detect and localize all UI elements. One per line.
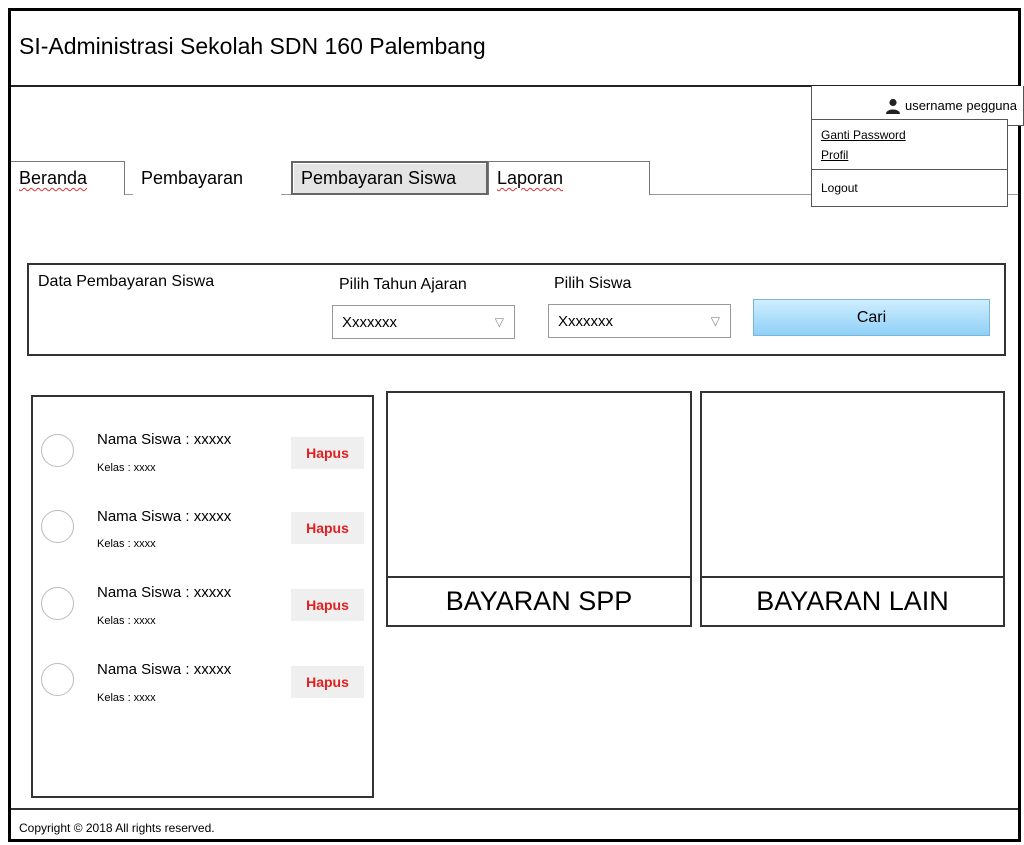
user-dropdown-menu: Ganti Password Profil Logout: [811, 119, 1008, 207]
student-class: Kelas : xxxx: [97, 692, 156, 704]
tab-laporan-label: Laporan: [497, 168, 564, 188]
section-label: Data Pembayaran Siswa: [38, 273, 215, 290]
student-class: Kelas : xxxx: [97, 615, 156, 627]
year-label: Pilih Tahun Ajaran: [339, 276, 467, 293]
delete-button[interactable]: Hapus: [291, 512, 364, 544]
delete-button[interactable]: Hapus: [291, 437, 364, 469]
profile-link[interactable]: Profil: [821, 148, 848, 162]
user-icon: [885, 98, 900, 114]
chevron-down-icon: ▽: [494, 315, 504, 329]
student-label: Pilih Siswa: [554, 275, 632, 292]
spp-card-label: BAYARAN SPP: [445, 586, 633, 616]
change-password-link[interactable]: Ganti Password: [821, 128, 906, 142]
student-name: Nama Siswa : xxxxx: [97, 508, 232, 525]
avatar: [41, 434, 74, 467]
tab-pembayaran-label: Pembayaran: [141, 167, 244, 188]
avatar: [41, 587, 74, 620]
username-label: username pegguna: [904, 98, 1017, 113]
student-class: Kelas : xxxx: [97, 538, 156, 550]
app-title-text: SI-Administrasi Sekolah SDN 160 Palemban…: [19, 33, 486, 59]
tab-pembayaran-siswa-label: Pembayaran Siswa: [301, 167, 457, 188]
tab-beranda-label: Beranda: [19, 168, 88, 188]
app-window: SI-Administrasi Sekolah SDN 160 Palemban…: [8, 8, 1024, 842]
student-select-value: Xxxxxxx: [558, 312, 614, 330]
year-select-value: Xxxxxxx: [342, 313, 398, 331]
footer-divider: [11, 808, 1018, 810]
logout-item[interactable]: Logout: [821, 181, 858, 195]
other-card-label: BAYARAN LAIN: [756, 586, 949, 616]
tab-pembayaran-siswa[interactable]: Pembayaran Siswa: [291, 161, 488, 195]
delete-button[interactable]: Hapus: [291, 589, 364, 621]
tab-laporan[interactable]: Laporan: [488, 161, 650, 195]
spp-card-image: [388, 393, 690, 578]
spp-payment-card[interactable]: BAYARAN SPP: [386, 391, 692, 627]
student-name: Nama Siswa : xxxxx: [97, 431, 232, 448]
tab-beranda[interactable]: Beranda: [11, 161, 125, 195]
delete-button[interactable]: Hapus: [291, 666, 364, 698]
avatar: [41, 663, 74, 696]
student-name: Nama Siswa : xxxxx: [97, 584, 232, 601]
other-card-image: [702, 393, 1003, 578]
tab-pembayaran[interactable]: Pembayaran: [133, 161, 281, 195]
other-payment-card[interactable]: BAYARAN LAIN: [700, 391, 1005, 627]
search-button[interactable]: Cari: [753, 299, 990, 336]
search-panel: Data Pembayaran Siswa Pilih Tahun Ajaran…: [27, 263, 1006, 356]
year-select[interactable]: Xxxxxxx ▽: [332, 305, 515, 339]
app-title: SI-Administrasi Sekolah SDN 160 Palemban…: [19, 33, 486, 60]
chevron-down-icon: ▽: [710, 314, 720, 328]
footer-copyright: Copyright © 2018 All rights reserved.: [19, 821, 215, 835]
search-button-label: Cari: [856, 308, 887, 326]
avatar: [41, 510, 74, 543]
student-class: Kelas : xxxx: [97, 462, 156, 474]
student-list-panel: Nama Siswa : xxxxx Kelas : xxxx Hapus Na…: [31, 395, 374, 798]
student-select[interactable]: Xxxxxxx ▽: [548, 304, 731, 338]
menu-separator: [812, 169, 1007, 170]
student-name: Nama Siswa : xxxxx: [97, 661, 232, 678]
